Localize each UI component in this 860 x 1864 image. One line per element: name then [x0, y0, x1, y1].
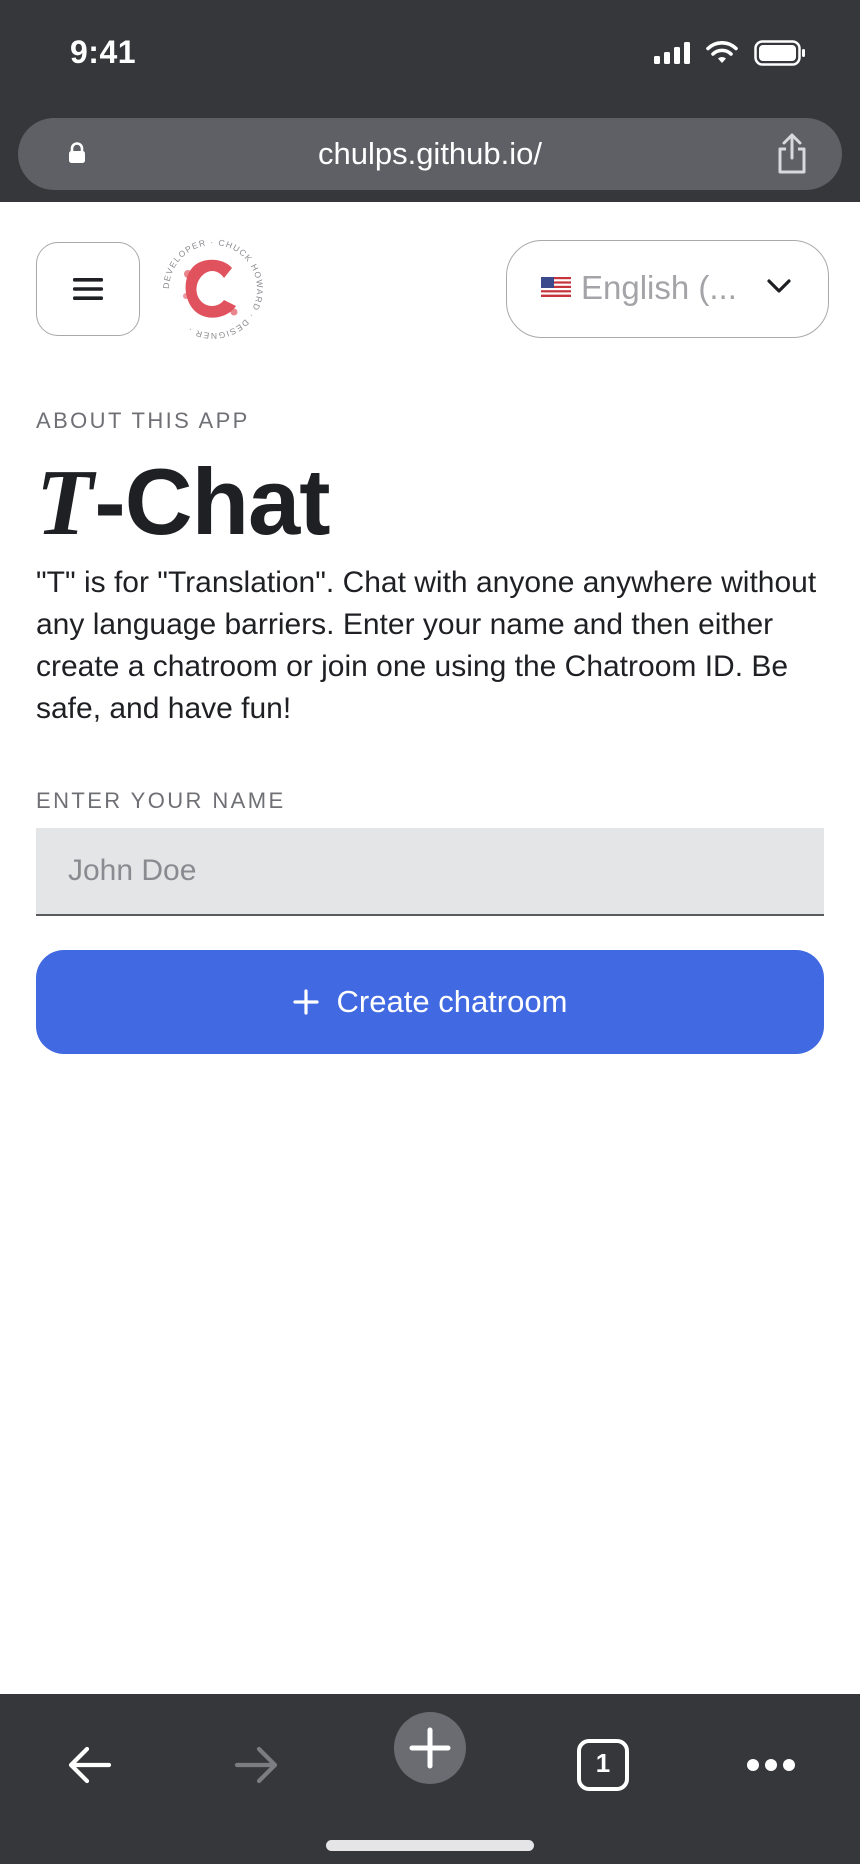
hamburger-icon — [73, 278, 103, 300]
section-eyebrow: ABOUT THIS APP — [36, 408, 250, 433]
menu-button[interactable] — [36, 242, 140, 336]
arrow-right-icon — [234, 1746, 278, 1784]
back-button[interactable] — [54, 1730, 124, 1800]
forward-button[interactable] — [222, 1730, 292, 1800]
share-icon[interactable] — [774, 132, 810, 176]
title-rest: -Chat — [94, 449, 330, 554]
url-text: chulps.github.io/ — [317, 136, 543, 171]
tabs-button[interactable]: 1 — [568, 1730, 638, 1800]
svg-text:DEVELOPER · CHUCK HOWARD · DES: DEVELOPER · CHUCK HOWARD · DESIGNER · — [161, 237, 265, 341]
home-indicator — [326, 1840, 534, 1851]
status-time: 9:41 — [70, 34, 137, 70]
more-button[interactable] — [736, 1730, 806, 1800]
wifi-icon — [706, 41, 738, 63]
language-value: English (... — [581, 269, 737, 306]
name-input[interactable] — [36, 828, 824, 916]
us-flag-icon — [541, 277, 571, 297]
create-chatroom-button[interactable]: Create chatroom — [36, 950, 824, 1054]
chevron-down-icon — [767, 279, 791, 293]
more-dots-icon — [747, 1759, 795, 1771]
app-description: "T" is for "Translation". Chat with anyo… — [36, 566, 817, 725]
url-bar[interactable]: chulps.github.io/ — [18, 118, 842, 190]
page-title: T-Chat — [36, 448, 331, 557]
browser-bottom-toolbar: 1 — [0, 1694, 860, 1864]
arrow-left-icon — [68, 1746, 112, 1784]
new-tab-button[interactable] — [394, 1712, 466, 1784]
language-select[interactable]: English (... — [506, 240, 829, 338]
battery-icon — [754, 40, 805, 66]
designer-logo[interactable]: DEVELOPER · CHUCK HOWARD · DESIGNER · — [158, 234, 268, 344]
name-label: ENTER YOUR NAME — [36, 788, 286, 813]
title-t: T — [36, 451, 93, 555]
plus-icon — [409, 1727, 451, 1769]
create-chatroom-label: Create chatroom — [336, 984, 568, 1019]
signal-icon — [654, 42, 690, 64]
tab-count: 1 — [595, 1748, 611, 1778]
plus-icon — [292, 989, 319, 1015]
status-icons — [654, 40, 806, 66]
browser-top-chrome: 9:41 chulps.github.io/ — [0, 0, 860, 202]
